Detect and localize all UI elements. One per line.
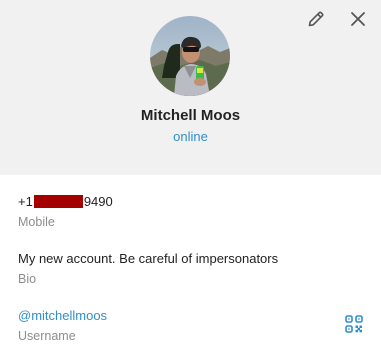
username-section[interactable]: @mitchellmoos Username — [18, 307, 107, 345]
profile-window: Mitchell Moos online +1 9490 Mobile My n… — [0, 0, 381, 362]
profile-header: Mitchell Moos online — [0, 0, 381, 175]
phone-suffix: 9490 — [83, 194, 113, 209]
bio-label: Bio — [18, 272, 37, 286]
username-link[interactable]: @mitchellmoos — [18, 307, 107, 324]
close-icon — [351, 12, 365, 26]
phone-section[interactable]: +1 9490 Mobile — [18, 193, 113, 231]
avatar-photo — [150, 16, 230, 96]
profile-status: online — [173, 129, 208, 144]
phone-prefix: +1 — [18, 194, 33, 209]
bio-text: My new account. Be careful of impersonat… — [18, 251, 279, 266]
avatar[interactable] — [150, 16, 230, 96]
phone-label: Mobile — [18, 215, 55, 229]
qr-code-icon — [345, 315, 363, 333]
edit-button[interactable] — [305, 8, 327, 30]
profile-name: Mitchell Moos — [140, 107, 241, 124]
bio-section: My new account. Be careful of impersonat… — [18, 250, 278, 288]
username-label: Username — [18, 329, 76, 343]
qr-code-button[interactable] — [345, 315, 363, 333]
phone-number: +1 9490 — [18, 193, 113, 210]
pencil-icon — [308, 11, 324, 27]
phone-redaction — [33, 195, 83, 208]
close-button[interactable] — [347, 8, 369, 30]
